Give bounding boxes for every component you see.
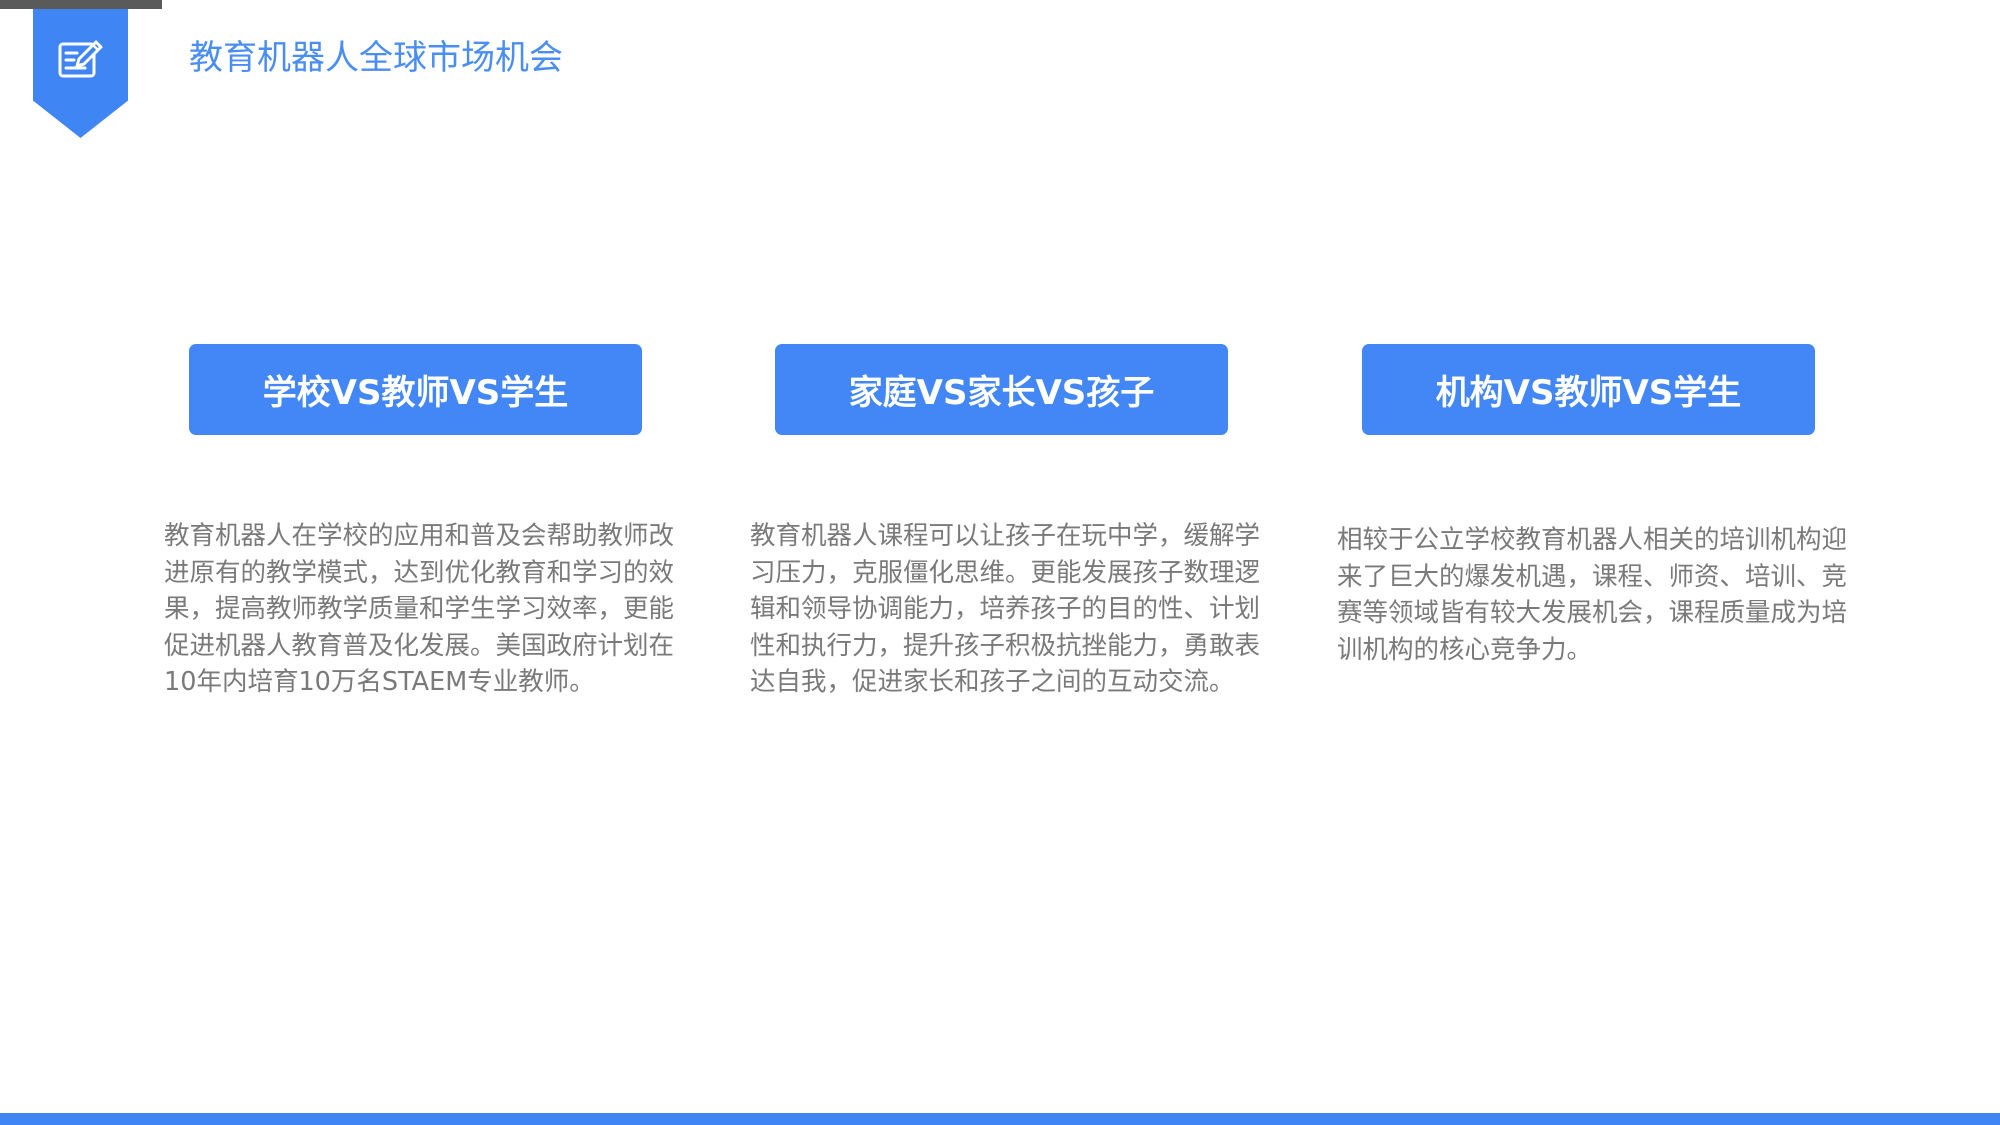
card-header-label: 机构VS教师VS学生 xyxy=(1435,373,1742,413)
card-text-school: 教育机器人在学校的应用和普及会帮助教师改进原有的教学模式，达到优化教育和学习的效… xyxy=(164,521,675,697)
card-text-family: 教育机器人课程可以让孩子在玩中学，缓解学习压力，克服僵化思维。更能发展孩子数理逻… xyxy=(750,521,1261,697)
card-text-institution: 相较于公立学校教育机器人相关的培训机构迎来了巨大的爆发机遇，课程、师资、培训、竞… xyxy=(1337,525,1848,665)
card-header-label: 家庭VS家长VS孩子 xyxy=(848,373,1155,413)
card-header-family: 家庭VS家长VS孩子 xyxy=(775,344,1228,435)
bottom-accent-bar xyxy=(0,1113,2000,1125)
card-header-institution: 机构VS教师VS学生 xyxy=(1362,344,1815,435)
edit-document-icon xyxy=(58,40,103,78)
page-title: 教育机器人全球市场机会 xyxy=(189,38,563,78)
card-header-label: 学校VS教师VS学生 xyxy=(262,373,569,413)
card-header-school: 学校VS教师VS学生 xyxy=(189,344,642,435)
top-accent-bar xyxy=(0,0,162,9)
header-ribbon-badge xyxy=(33,9,128,138)
